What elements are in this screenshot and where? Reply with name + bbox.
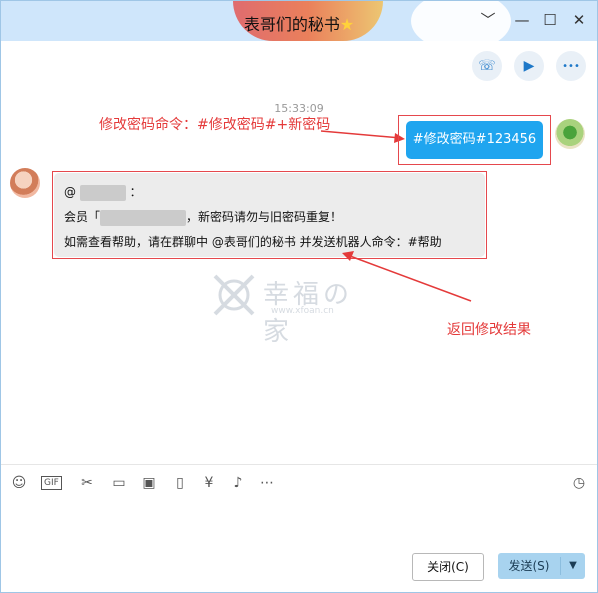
annotation-command: 修改密码命令：#修改密码#+新密码	[99, 117, 331, 133]
sent-message-bubble[interactable]: #修改密码#123456	[406, 121, 543, 159]
chat-window: 表哥们的秘书★ ﹀ — ☐ ✕ ☏ ▶ ••• 15:33:09 修改密码命令：…	[0, 0, 598, 593]
window-title: 表哥们的秘书★	[1, 11, 597, 35]
image-icon[interactable]: ▣	[139, 474, 159, 492]
send-label: 发送(S)	[508, 559, 550, 573]
annotation-arrow-right	[320, 130, 405, 143]
maximize-button[interactable]: ☐	[541, 11, 559, 29]
history-icon[interactable]: ◷	[569, 474, 589, 492]
send-separator	[560, 557, 561, 575]
video-icon: ▶	[523, 58, 535, 74]
window-title-text: 表哥们的秘书	[243, 15, 340, 34]
chevron-down-icon[interactable]: ▼	[562, 553, 584, 579]
minimize-to-tray-icon[interactable]: ﹀	[479, 11, 497, 29]
phone-icon: ☏	[478, 58, 496, 74]
annotation-result: 返回修改结果	[447, 322, 531, 338]
minimize-button[interactable]: —	[513, 11, 531, 29]
scissors-icon[interactable]: ✂	[77, 474, 97, 492]
close-button[interactable]: 关闭(C)	[412, 553, 484, 581]
annotation-arrow-left	[342, 251, 472, 302]
bot-avatar[interactable]	[10, 168, 40, 198]
watermark-logo-icon	[213, 274, 255, 316]
watermark-url: www.xfoan.cn	[271, 306, 334, 316]
more-icon: •••	[562, 60, 580, 72]
more-tools-icon[interactable]: ⋯	[257, 474, 277, 492]
more-actions-button[interactable]: •••	[556, 51, 586, 81]
send-button[interactable]: 发送(S) ▼	[498, 553, 585, 579]
input-divider	[1, 464, 597, 465]
star-icon: ★	[339, 15, 355, 34]
emoji-icon[interactable]: ☺	[9, 474, 29, 492]
video-call-button[interactable]: ▶	[514, 51, 544, 81]
music-icon[interactable]: ♪	[228, 474, 248, 492]
close-window-button[interactable]: ✕	[570, 11, 588, 29]
folder-icon[interactable]: ▭	[109, 474, 129, 492]
red-packet-icon[interactable]: ¥	[199, 474, 219, 492]
title-bar: 表哥们的秘书★ ﹀ — ☐ ✕	[1, 1, 597, 51]
annotation-box-reply	[52, 171, 487, 259]
gif-button[interactable]: GIF	[41, 476, 62, 490]
phone-call-button[interactable]: ☏	[472, 51, 502, 81]
shake-icon[interactable]: ▯	[170, 474, 190, 492]
my-avatar[interactable]	[555, 119, 585, 149]
